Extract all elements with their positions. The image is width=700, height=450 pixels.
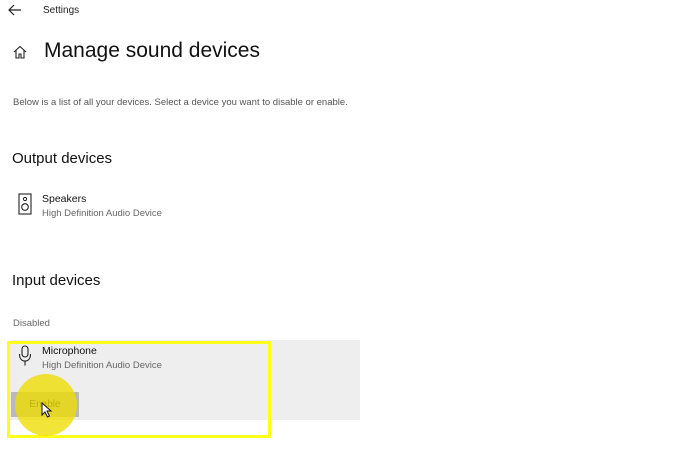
page-title: Manage sound devices <box>44 39 260 62</box>
page-description: Below is a list of all your devices. Sel… <box>13 97 348 108</box>
device-subtitle: High Definition Audio Device <box>42 208 162 219</box>
device-item-microphone[interactable]: Microphone High Definition Audio Device … <box>10 340 360 420</box>
input-devices-heading: Input devices <box>12 272 101 289</box>
title-bar: Settings <box>0 0 700 24</box>
device-name: Microphone <box>42 345 97 357</box>
microphone-icon <box>18 345 32 366</box>
home-icon[interactable] <box>12 44 28 60</box>
speaker-icon <box>18 193 32 215</box>
device-subtitle: High Definition Audio Device <box>42 360 162 371</box>
device-item-speakers[interactable]: Speakers High Definition Audio Device <box>10 188 360 232</box>
window-title: Settings <box>43 5 80 16</box>
disabled-group-label: Disabled <box>13 318 50 329</box>
back-button[interactable] <box>6 2 24 18</box>
device-name: Speakers <box>42 193 87 205</box>
enable-button[interactable]: Enable <box>11 392 79 417</box>
back-arrow-icon <box>8 4 21 16</box>
output-devices-heading: Output devices <box>12 150 113 167</box>
